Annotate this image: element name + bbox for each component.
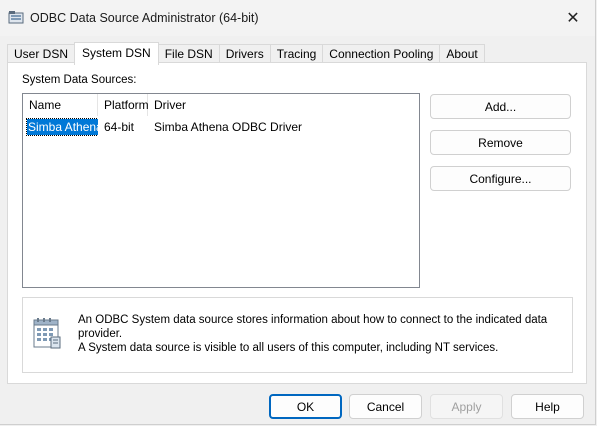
add-button[interactable]: Add...	[430, 94, 571, 119]
system-dsn-panel: System Data Sources: Name Platform Drive…	[7, 62, 587, 384]
tab-user-dsn[interactable]: User DSN	[7, 44, 76, 64]
tab-tracing[interactable]: Tracing	[269, 44, 324, 64]
column-header-platform[interactable]: Platform	[98, 94, 149, 116]
info-text-line-1: An ODBC System data source stores inform…	[78, 314, 548, 340]
tab-connection-pooling[interactable]: Connection Pooling	[322, 44, 441, 64]
ok-button[interactable]: OK	[269, 394, 342, 419]
column-header-name[interactable]: Name	[23, 94, 98, 116]
list-item-name: Simba Athena	[26, 118, 98, 136]
remove-button[interactable]: Remove	[430, 130, 571, 155]
list-header: Name Platform Driver	[23, 94, 419, 116]
cancel-button[interactable]: Cancel	[349, 394, 422, 419]
list-item-driver: Simba Athena ODBC Driver	[154, 120, 303, 134]
tab-drivers[interactable]: Drivers	[218, 44, 271, 64]
odbc-app-icon	[8, 11, 24, 24]
data-sources-list[interactable]: Name Platform Driver Simba Athena 64-bit…	[22, 93, 420, 288]
column-header-driver[interactable]: Driver	[148, 94, 419, 116]
tab-file-dsn[interactable]: File DSN	[157, 44, 220, 64]
info-box: An ODBC System data source stores inform…	[22, 297, 573, 373]
close-icon: ✕	[566, 10, 580, 27]
tab-strip: User DSN System DSN File DSN Drivers Tra…	[7, 42, 485, 65]
info-text-line-2: A System data source is visible to all u…	[78, 342, 499, 354]
close-button[interactable]: ✕	[551, 0, 595, 36]
title-bar: ODBC Data Source Administrator (64-bit) …	[0, 0, 595, 36]
odbc-dialog: ODBC Data Source Administrator (64-bit) …	[0, 0, 596, 425]
tab-about[interactable]: About	[439, 44, 485, 64]
system-data-sources-label: System Data Sources:	[22, 74, 137, 86]
help-button[interactable]: Help	[511, 394, 584, 419]
info-text: An ODBC System data source stores inform…	[78, 313, 568, 355]
list-item[interactable]: Simba Athena 64-bit Simba Athena ODBC Dr…	[23, 118, 419, 136]
configure-button[interactable]: Configure...	[430, 166, 571, 191]
list-item-platform: 64-bit	[104, 120, 135, 134]
list-item-name-cell: Simba Athena	[23, 118, 98, 136]
tab-system-dsn[interactable]: System DSN	[74, 42, 159, 65]
apply-button[interactable]: Apply	[430, 394, 503, 419]
data-source-icon	[33, 318, 61, 349]
window-title: ODBC Data Source Administrator (64-bit)	[30, 11, 259, 25]
